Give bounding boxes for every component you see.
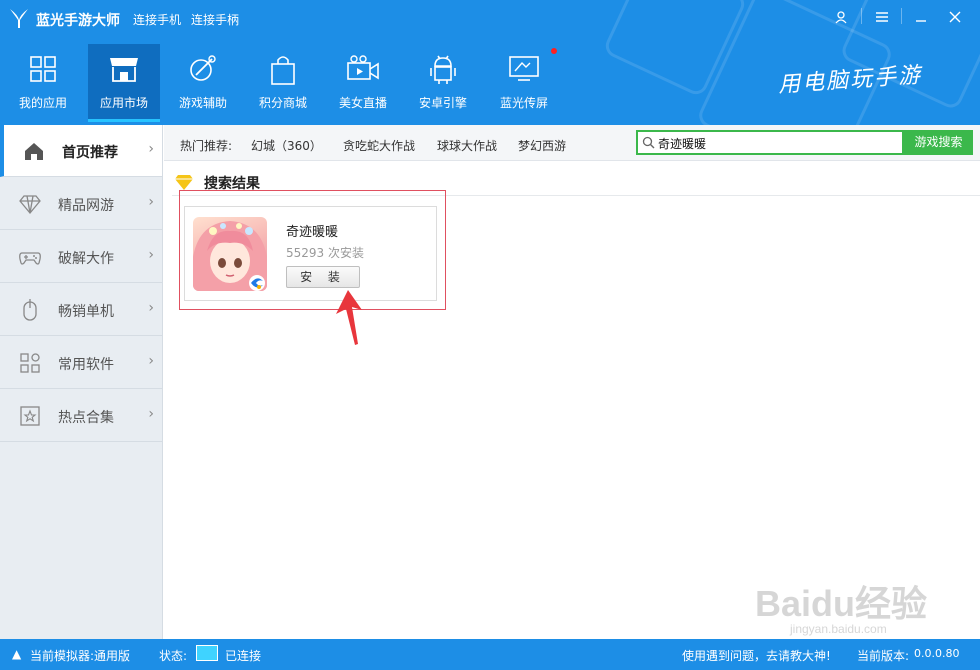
app-name: 奇迹暖暖 <box>286 225 339 240</box>
window-controls-divider <box>901 8 902 24</box>
hot-link[interactable]: 梦幻西游 <box>518 137 566 154</box>
hot-recommend-label: 热门推荐: <box>180 139 233 153</box>
sidebar-item-label: 热点合集 <box>58 410 114 426</box>
app-icon[interactable] <box>193 217 267 291</box>
sidebar-item-bestsellers[interactable]: 畅销单机 › <box>0 284 162 336</box>
gamepad-icon <box>19 252 41 265</box>
search-input[interactable] <box>658 133 898 153</box>
chevron-right-icon: › <box>148 247 154 263</box>
nav-app-market[interactable]: 应用市场 <box>88 44 160 122</box>
shopping-bag-icon <box>271 56 295 85</box>
nav-label: 积分商城 <box>258 96 307 110</box>
chevron-right-icon: › <box>148 300 154 316</box>
nav-points-mall[interactable]: 积分商城 <box>247 44 319 122</box>
monitor-icon <box>196 645 218 661</box>
apps-icon <box>20 353 40 373</box>
connection-status: 已连接 <box>225 649 262 663</box>
diamond-icon <box>19 195 41 215</box>
star-frame-icon <box>20 406 40 426</box>
help-link[interactable]: 使用遇到问题，去请教大神! <box>682 647 831 664</box>
status-bar: ▲ 当前模拟器:通用版 状态: 已连接 使用遇到问题，去请教大神! 当前版本: … <box>0 639 980 670</box>
expand-up-icon[interactable]: ▲ <box>12 647 21 661</box>
nav-label: 美女直播 <box>338 96 387 110</box>
nav-my-apps[interactable]: 我的应用 <box>7 44 79 122</box>
sidebar: 首页推荐 › 精品网游 › 破解大作 › 畅销单机 › 常用软件 › 热点合集 … <box>0 125 163 639</box>
grid-icon <box>30 56 56 82</box>
chevron-right-icon: › <box>148 406 154 422</box>
sidebar-item-label: 破解大作 <box>58 251 114 267</box>
nav-label: 应用市场 <box>99 96 148 110</box>
status-label: 状态: <box>159 649 188 663</box>
hot-link[interactable]: 球球大作战 <box>437 137 497 154</box>
screen-cast-icon <box>509 56 539 81</box>
minimize-icon <box>916 20 926 22</box>
version-label: 当前版本: <box>857 649 910 663</box>
result-card[interactable]: 奇迹暖暖 55293 次安装 安 装 <box>184 206 437 301</box>
menu-icon <box>876 12 888 22</box>
diamond-icon <box>175 175 193 190</box>
connect-gamepad-link[interactable]: 连接手柄 <box>191 11 239 28</box>
app-header: 蓝光手游大师 连接手机 连接手柄 我的应用 应用市场 游戏辅助 积分商城 美女直… <box>0 0 980 125</box>
chevron-right-icon: › <box>148 194 154 210</box>
install-count-value: 55293 <box>286 246 325 260</box>
nav-label: 我的应用 <box>18 96 67 110</box>
hot-link[interactable]: 贪吃蛇大作战 <box>343 137 415 154</box>
user-icon <box>835 11 847 24</box>
current-emulator: 当前模拟器:通用版 <box>30 649 131 663</box>
tools-icon <box>190 55 216 81</box>
nav-game-assist[interactable]: 游戏辅助 <box>167 44 239 122</box>
android-icon <box>430 55 456 84</box>
install-count: 55293 次安装 <box>286 244 364 261</box>
notification-dot <box>551 48 557 54</box>
nav-label: 蓝光传屏 <box>499 96 548 110</box>
chevron-right-icon: › <box>148 353 154 369</box>
window-controls-divider <box>861 8 862 24</box>
store-icon <box>110 58 138 82</box>
nav-label: 安卓引擎 <box>418 96 467 110</box>
nav-label: 游戏辅助 <box>178 96 227 110</box>
version-value: 0.0.0.80 <box>914 647 960 660</box>
close-button[interactable] <box>940 4 970 30</box>
nav-screen-cast[interactable]: 蓝光传屏 <box>488 44 560 122</box>
sidebar-item-cracked-games[interactable]: 破解大作 › <box>0 231 162 283</box>
search-box <box>636 130 904 155</box>
sidebar-item-label: 畅销单机 <box>58 304 114 320</box>
watermark-logo: Baidu经验 <box>755 583 928 624</box>
sidebar-item-common-software[interactable]: 常用软件 › <box>0 337 162 389</box>
connect-phone-link[interactable]: 连接手机 <box>133 11 181 28</box>
game-search-button[interactable]: 游戏搜索 <box>904 130 973 155</box>
install-button[interactable]: 安 装 <box>286 266 360 288</box>
sidebar-item-home[interactable]: 首页推荐 › <box>0 125 162 177</box>
nav-live-stream[interactable]: 美女直播 <box>327 44 399 122</box>
hot-link[interactable]: 幻城（360） <box>251 137 322 154</box>
pointer-arrow-annotation <box>336 290 362 345</box>
install-count-suffix: 次安装 <box>328 246 365 260</box>
mouse-icon <box>23 299 37 321</box>
nav-android-engine[interactable]: 安卓引擎 <box>407 44 479 122</box>
app-logo-icon <box>10 9 28 28</box>
search-icon <box>642 136 655 149</box>
sidebar-item-hot-collections[interactable]: 热点合集 › <box>0 390 162 442</box>
user-button[interactable] <box>826 4 856 30</box>
sidebar-item-label: 常用软件 <box>58 357 114 373</box>
minimize-button[interactable] <box>906 4 936 30</box>
game-avatar-illustration <box>193 221 267 291</box>
sidebar-item-label: 精品网游 <box>58 198 114 214</box>
chevron-right-icon: › <box>148 141 154 157</box>
home-icon <box>25 143 43 160</box>
video-camera-icon <box>347 55 379 80</box>
sidebar-item-online-games[interactable]: 精品网游 › <box>0 178 162 230</box>
app-title: 蓝光手游大师 <box>36 13 120 29</box>
watermark-url: jingyan.baidu.com <box>790 622 887 636</box>
sidebar-item-label: 首页推荐 <box>62 145 118 161</box>
hot-recommend-bar: 热门推荐: 幻城（360） 贪吃蛇大作战 球球大作战 梦幻西游 游戏搜索 <box>164 125 980 161</box>
close-icon <box>949 11 961 23</box>
menu-button[interactable] <box>867 4 897 30</box>
